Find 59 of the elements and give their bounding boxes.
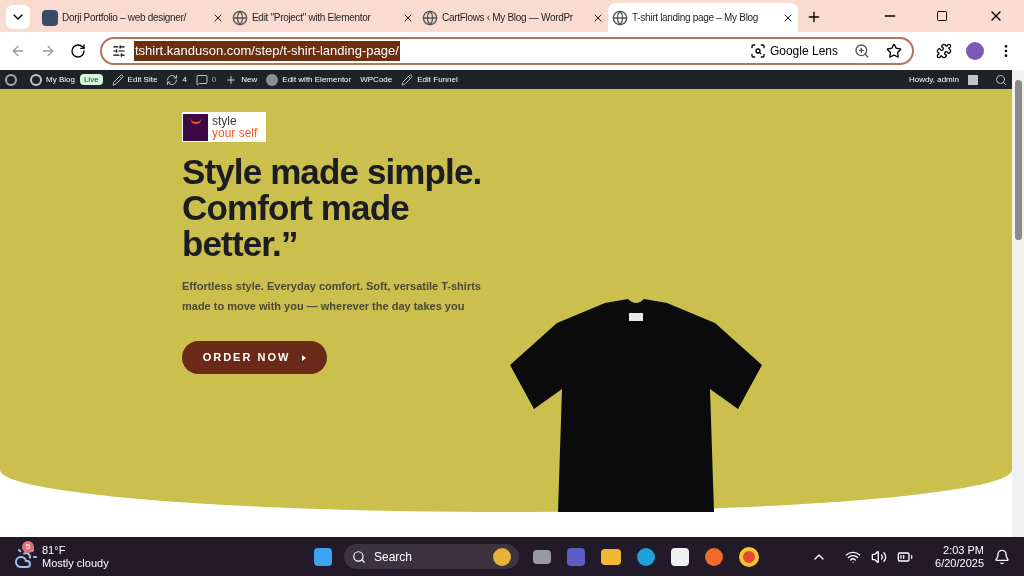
live-badge: Live	[79, 74, 103, 85]
browser-tab[interactable]: Dorji Portfolio – web designer/	[38, 3, 228, 32]
browser-tab[interactable]: Edit "Project" with Elementor	[228, 3, 418, 32]
globe-icon	[232, 9, 248, 26]
scrollbar-thumb[interactable]	[1014, 80, 1022, 240]
zoom-icon[interactable]	[854, 43, 870, 59]
clock-date[interactable]: 6/20/2025	[935, 556, 984, 570]
updates-link[interactable]: 4	[166, 73, 187, 86]
temperature-text: 81°F	[42, 543, 67, 557]
search-icon	[352, 549, 366, 564]
reload-icon[interactable]	[70, 43, 86, 59]
logo-text: your self	[212, 127, 258, 139]
admin-bar-link[interactable]: Edit Site	[111, 73, 158, 86]
new-tab-icon[interactable]	[806, 9, 822, 25]
weather-text: Mostly cloudy	[42, 556, 109, 570]
admin-bar-site-link[interactable]: My Blog	[30, 73, 75, 86]
pencil-icon	[401, 73, 414, 86]
refresh-icon	[166, 73, 179, 86]
admin-bar-link[interactable]: New	[225, 73, 258, 86]
globe-icon	[612, 9, 628, 26]
url-text: tshirt.kanduson.com/step/t-shirt-landing-page/	[134, 41, 400, 61]
tab-title: Dorji Portfolio – web designer/	[62, 11, 188, 25]
admin-bar-link[interactable]: Edit Funnel	[401, 73, 458, 86]
bookmark-star-icon[interactable]	[886, 43, 902, 59]
notification-bell-icon[interactable]	[994, 548, 1010, 565]
forward-icon[interactable]	[40, 43, 56, 59]
logo-text: style	[212, 115, 238, 127]
globe-icon	[422, 9, 438, 26]
site-settings-icon[interactable]	[112, 44, 126, 58]
browser-tab[interactable]: CartFlows ‹ My Blog — WordPr	[418, 3, 608, 32]
admin-bar-link[interactable]: WPCode	[360, 73, 393, 86]
hero-headline: Style made simple. Comfort made better.”	[182, 154, 483, 262]
back-icon[interactable]	[10, 43, 26, 59]
profile-avatar[interactable]	[966, 42, 984, 60]
greeting-text[interactable]: Howdy, admin	[908, 73, 959, 86]
order-now-button[interactable]: ORDER NOW	[182, 341, 327, 374]
extensions-icon[interactable]	[936, 43, 952, 59]
comment-icon	[195, 73, 208, 86]
tab-title: T-shirt landing page – My Blog	[632, 11, 760, 25]
comments-link[interactable]: 0	[195, 73, 217, 86]
shopping-bag-icon	[183, 113, 208, 141]
restore-icon[interactable]	[936, 10, 948, 22]
browser-tab[interactable]: T-shirt landing page – My Blog	[608, 3, 798, 32]
notification-badge: 5	[22, 540, 34, 553]
search-icon[interactable]	[995, 73, 1007, 86]
plus-icon	[225, 73, 238, 86]
caret-right-icon	[302, 354, 307, 361]
address-field[interactable]: tshirt.kanduson.com/step/t-shirt-landing-page/ Google Lens	[100, 37, 914, 65]
hero-description: Effortless style. Everyday comfort. Soft, versatile T-shirts made to move with you — wherever the day takes you	[182, 279, 482, 314]
taskbar-search-field[interactable]: Search	[344, 544, 519, 569]
google-lens-button[interactable]: Google Lens	[749, 42, 838, 60]
tab-title: CartFlows ‹ My Blog — WordPr	[442, 11, 574, 25]
pencil-icon	[111, 73, 124, 86]
admin-bar-link[interactable]: Edit with Elementor	[266, 73, 352, 86]
volume-icon[interactable]	[871, 548, 888, 565]
tab-title: Edit "Project" with Elementor	[252, 11, 372, 25]
clock-time[interactable]: 2:03 PM	[943, 543, 984, 557]
lens-icon	[749, 43, 766, 59]
tab-list-button[interactable]	[6, 5, 30, 29]
